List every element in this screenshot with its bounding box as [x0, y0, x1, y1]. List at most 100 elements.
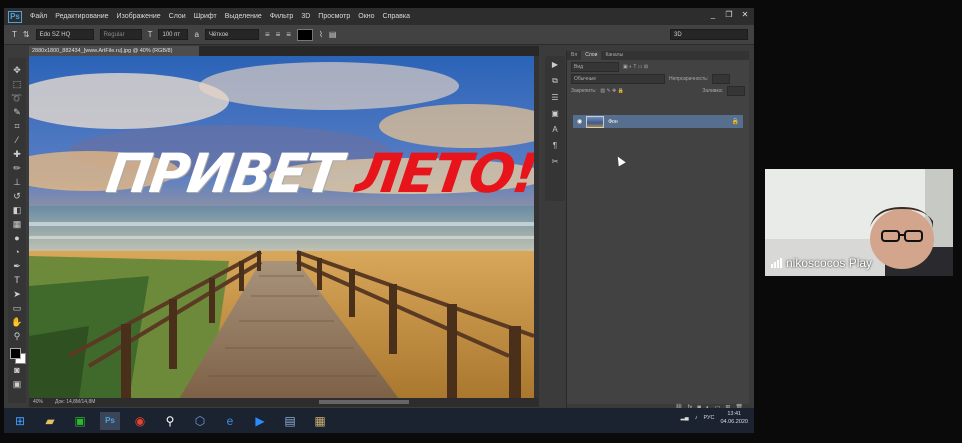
- chrome-icon[interactable]: ◉: [130, 412, 150, 430]
- eyedropper-tool-icon[interactable]: ⁄: [11, 134, 23, 146]
- shape-tool-icon[interactable]: ▭: [11, 302, 23, 314]
- fill-field[interactable]: [727, 86, 745, 96]
- healing-tool-icon[interactable]: ✚: [11, 148, 23, 160]
- menu-layers[interactable]: Слои: [165, 13, 190, 20]
- text-orientation-icon[interactable]: ⇅: [23, 30, 30, 39]
- canvas-text-privet[interactable]: ПРИВЕТ: [103, 142, 345, 205]
- menu-edit[interactable]: Редактирование: [51, 13, 112, 20]
- character-panel-icon[interactable]: ▤: [329, 30, 337, 39]
- menu-window[interactable]: Окно: [354, 13, 378, 20]
- gradient-tool-icon[interactable]: ▦: [11, 218, 23, 230]
- marquee-tool-icon[interactable]: ⬚: [11, 78, 23, 90]
- menu-image[interactable]: Изображение: [113, 13, 165, 20]
- hand-tool-icon[interactable]: ✋: [11, 316, 23, 328]
- filter-icons[interactable]: ▣ ◐ T ▭ ⊞: [623, 64, 648, 70]
- workspace-select[interactable]: 3D: [670, 29, 748, 40]
- paragraph-icon[interactable]: ¶: [553, 141, 557, 150]
- file-explorer-icon[interactable]: ▰: [40, 412, 60, 430]
- quick-select-tool-icon[interactable]: ✎: [11, 106, 23, 118]
- tools-panel: ✥ ⬚ ➰ ✎ ⌗ ⁄ ✚ ✏ ⊥ ↺ ◧ ▦ ● ◔ ✒ T ➤ ▭ ✋ ⚲ …: [8, 58, 26, 403]
- canvas[interactable]: ПРИВЕТ ЛЕТО!: [29, 56, 534, 399]
- history-brush-tool-icon[interactable]: ↺: [11, 190, 23, 202]
- virtualbox-icon[interactable]: ⬡: [190, 412, 210, 430]
- move-tool-icon[interactable]: ✥: [11, 64, 23, 76]
- lock-icons[interactable]: ▨ ✎ ✥ 🔒: [600, 88, 624, 94]
- font-size-icon: T: [147, 30, 153, 39]
- menu-filter[interactable]: Фильтр: [266, 13, 298, 20]
- minimize-button[interactable]: _: [708, 10, 718, 19]
- zoom-level[interactable]: 40%: [33, 398, 43, 407]
- language-indicator[interactable]: РУС: [703, 415, 714, 421]
- windows-start-icon[interactable]: ⊞: [10, 412, 30, 430]
- blur-tool-icon[interactable]: ●: [11, 232, 23, 244]
- photos-icon[interactable]: ▤: [280, 412, 300, 430]
- path-select-tool-icon[interactable]: ➤: [11, 288, 23, 300]
- visibility-eye-icon[interactable]: ◉: [577, 118, 582, 125]
- align-right-icon[interactable]: ≡: [286, 30, 291, 39]
- tab-3d[interactable]: Вл: [567, 51, 581, 60]
- screen-mode-icon[interactable]: ▣: [11, 378, 23, 390]
- layer-name[interactable]: Фон: [608, 119, 617, 125]
- history-icon[interactable]: ⧉: [552, 76, 558, 86]
- zoom-tool-icon[interactable]: ⚲: [11, 330, 23, 342]
- eraser-tool-icon[interactable]: ◧: [11, 204, 23, 216]
- play-icon[interactable]: ▶: [552, 60, 558, 69]
- align-left-icon[interactable]: ≡: [265, 30, 270, 39]
- volume-icon[interactable]: ♪: [695, 415, 698, 421]
- font-style-select[interactable]: Regular: [99, 29, 142, 40]
- pen-tool-icon[interactable]: ✒: [11, 260, 23, 272]
- menu-file[interactable]: Файл: [26, 13, 51, 20]
- menu-select[interactable]: Выделение: [221, 13, 266, 20]
- brush-tool-icon[interactable]: ✏: [11, 162, 23, 174]
- type-tool-icon[interactable]: T: [12, 30, 17, 39]
- lasso-tool-icon[interactable]: ➰: [11, 92, 23, 104]
- photoshop-taskbar-icon[interactable]: Ps: [100, 411, 120, 430]
- status-bar: 40% Док: 14,8М/14,8М: [29, 398, 539, 407]
- zoom-app-icon[interactable]: ▶: [250, 412, 270, 430]
- crop-tool-icon[interactable]: ⌗: [11, 120, 23, 132]
- opacity-field[interactable]: [712, 74, 731, 84]
- font-family-select[interactable]: Edo SZ HQ: [35, 29, 94, 40]
- dodge-tool-icon[interactable]: ◔: [11, 246, 23, 258]
- color-swatches[interactable]: [10, 348, 26, 364]
- warp-text-icon[interactable]: ⌇: [319, 30, 323, 39]
- antialias-icon: a: [194, 30, 199, 39]
- tab-layers[interactable]: Слои: [581, 51, 602, 60]
- stamp-tool-icon[interactable]: ⊥: [11, 176, 23, 188]
- tab-channels[interactable]: Каналы: [601, 51, 627, 60]
- properties-icon[interactable]: ▣: [551, 109, 559, 118]
- canvas-text-leto[interactable]: ЛЕТО!: [352, 142, 534, 205]
- clock-time: 13:41: [727, 411, 742, 417]
- restore-button[interactable]: ❐: [724, 10, 734, 19]
- menu-3d[interactable]: 3D: [297, 13, 314, 20]
- layer-filter-select[interactable]: Вид: [571, 62, 619, 72]
- menu-type[interactable]: Шрифт: [190, 13, 221, 20]
- layer-row[interactable]: ◉ Фон 🔒: [573, 115, 743, 128]
- blend-mode-select[interactable]: Обычные: [571, 74, 665, 84]
- text-color-swatch[interactable]: [296, 28, 313, 41]
- vertical-scrollbar[interactable]: [534, 56, 539, 399]
- taskbar-clock[interactable]: 13:41 04.06.2020: [720, 410, 748, 426]
- document-tab[interactable]: 2880x1800_882434_[www.ArtFile.ru].jpg @ …: [29, 46, 199, 56]
- tools-icon[interactable]: ✂: [552, 157, 559, 166]
- pin-tool-icon[interactable]: ⚲: [160, 412, 180, 430]
- store-icon[interactable]: ▣: [70, 412, 90, 430]
- network-icon[interactable]: ▂▄: [681, 415, 689, 421]
- files-icon[interactable]: ▦: [310, 412, 330, 430]
- edge-icon[interactable]: e: [220, 412, 240, 430]
- menu-help[interactable]: Справка: [379, 13, 414, 20]
- menu-view[interactable]: Просмотр: [314, 13, 354, 20]
- foreground-color-swatch[interactable]: [10, 348, 21, 359]
- character-icon[interactable]: A: [552, 125, 557, 134]
- align-center-icon[interactable]: ≡: [276, 30, 281, 39]
- close-button[interactable]: ✕: [740, 10, 750, 19]
- document-window: 2880x1800_882434_[www.ArtFile.ru].jpg @ …: [29, 46, 539, 407]
- antialias-select[interactable]: Чёткое: [204, 29, 259, 40]
- webcam-tile[interactable]: nikoscocos Play: [765, 169, 953, 276]
- adjustments-icon[interactable]: ☰: [551, 93, 558, 102]
- horizontal-scrollbar[interactable]: [319, 400, 409, 404]
- font-size-select[interactable]: 100 пт: [158, 29, 189, 40]
- quick-mask-icon[interactable]: ◙: [11, 364, 23, 376]
- opacity-label: Непрозрачность:: [669, 76, 709, 82]
- type-tool-icon[interactable]: T: [11, 274, 23, 286]
